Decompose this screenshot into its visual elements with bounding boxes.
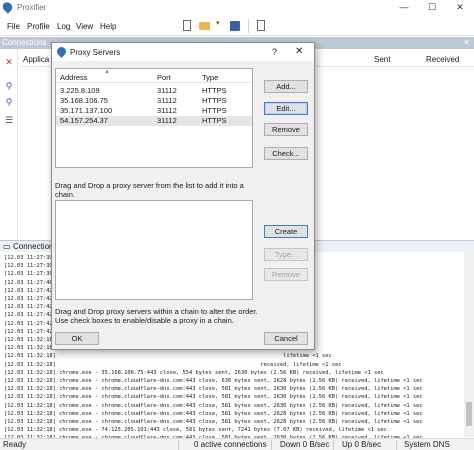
- proxy-address: 54.157.254.37: [60, 116, 108, 125]
- close-connection-icon[interactable]: ✕: [4, 57, 14, 67]
- proxy-port: 31112: [157, 116, 177, 125]
- chain-type-button: Type...: [264, 248, 308, 261]
- proxy-list-header: ▲ Address Port Type: [56, 69, 252, 83]
- open-dropdown-button[interactable]: ▾: [216, 19, 224, 33]
- proxy-address: 35.171.137.100: [60, 106, 113, 115]
- proxy-port: 31112: [157, 96, 177, 105]
- proxy-server-row[interactable]: 3.225.8.109 31112 HTTPS: [56, 86, 252, 96]
- remove-chain-button: Remove: [264, 268, 308, 281]
- log-scrollbar[interactable]: [464, 252, 474, 437]
- proxifier-logo-icon: [55, 45, 68, 58]
- dialog-close-button[interactable]: ✕: [295, 46, 303, 57]
- proxy-type: HTTPS: [202, 106, 227, 115]
- status-bar: Ready 0 active connections Down 0 B/sec …: [0, 438, 474, 450]
- folder-icon: [199, 22, 210, 30]
- log-line: [12.03 11:32:18] chrome.exe - 74.125.205…: [4, 427, 387, 434]
- column-type[interactable]: Type: [202, 73, 218, 82]
- log-document-icon: [257, 20, 265, 31]
- status-upload-rate: Up 0 B/sec: [342, 440, 382, 449]
- proxy-port: 31112: [157, 86, 177, 95]
- drag-hint-text: Drag and Drop a proxy server from the li…: [55, 181, 244, 199]
- status-separator: [396, 440, 397, 450]
- save-profile-button[interactable]: [228, 19, 242, 33]
- chain-checkbox-hint-text: Use check boxes to enable/disable a prox…: [55, 316, 234, 325]
- connections-side-toolbar: ✕ ⚲ ⚲ ☰: [0, 49, 18, 239]
- edit-proxy-button[interactable]: Edit...: [264, 102, 308, 115]
- log-line: [12.03 11:32:18] chrome.exe - chrome.clo…: [4, 402, 423, 409]
- status-download-rate: Down 0 B/sec: [280, 440, 330, 449]
- proxy-port: 31112: [157, 106, 177, 115]
- status-active-connections: 0 active connections: [194, 440, 267, 449]
- menu-view[interactable]: View: [76, 22, 93, 31]
- window-controls: — ☐ ✕: [390, 0, 474, 14]
- proxy-chain-list[interactable]: [55, 200, 253, 300]
- status-dns-mode: System DNS: [404, 440, 450, 449]
- log-scrollbar-thumb[interactable]: [466, 402, 472, 426]
- create-chain-button[interactable]: Create: [264, 225, 308, 238]
- log-document-button[interactable]: [254, 19, 268, 33]
- chevron-down-icon: ▾: [216, 20, 220, 27]
- chain-order-hint-text: Drag and Drop proxy servers within a cha…: [55, 307, 258, 316]
- column-port[interactable]: Port: [157, 73, 171, 82]
- proxifier-logo-icon: [0, 0, 15, 14]
- app-title: Proxifier: [17, 3, 47, 12]
- log-line: [12.03 11:32:18] chrome.exe - chrome.clo…: [4, 394, 423, 401]
- ok-button[interactable]: OK: [55, 332, 99, 345]
- proxy-address: 35.168.106.75: [60, 96, 108, 105]
- column-application[interactable]: Applica: [23, 55, 49, 64]
- dialog-titlebar: Proxy Servers ? ✕: [52, 43, 314, 61]
- add-proxy-button[interactable]: Add...: [264, 80, 308, 93]
- proxy-type: HTTPS: [202, 86, 227, 95]
- proxy-server-row-selected[interactable]: 54.157.254.37 31112 HTTPS: [56, 116, 252, 126]
- menu-help[interactable]: Help: [100, 22, 116, 31]
- log-line: [12.03 11:32:18] chrome.exe - chrome.clo…: [4, 410, 423, 417]
- status-ready: Ready: [3, 440, 27, 449]
- log-line: [12.03 11:32:18] chrome.exe - chrome.clo…: [4, 386, 423, 393]
- log-line: [12.03 11:32:18] chrome.exe - chrome.clo…: [4, 419, 423, 426]
- proxy-type: HTTPS: [202, 116, 227, 125]
- column-received[interactable]: Received: [426, 55, 459, 64]
- check-proxy-button[interactable]: Check...: [264, 147, 308, 160]
- toolbar-separator: [248, 19, 249, 33]
- new-profile-button[interactable]: [180, 19, 194, 33]
- save-disk-icon: [230, 21, 240, 31]
- menu-file[interactable]: File: [7, 22, 20, 31]
- app-titlebar: Proxifier — ☐ ✕: [0, 0, 474, 14]
- proxy-server-row[interactable]: 35.171.137.100 31112 HTTPS: [56, 106, 252, 116]
- dialog-title: Proxy Servers: [70, 48, 121, 57]
- maximize-button[interactable]: ☐: [418, 0, 446, 14]
- log-line: [12.03 11:32:18] lifetime <1 sec: [4, 353, 332, 360]
- new-document-icon: [183, 20, 191, 31]
- connections-panel-title: Connections: [2, 38, 47, 47]
- connection-details-icon[interactable]: ⚲: [4, 81, 14, 91]
- close-window-button[interactable]: ✕: [446, 0, 474, 14]
- log-line: [12.03 11:32:18] chrome.exe - chrome.clo…: [4, 378, 423, 385]
- status-separator: [333, 440, 334, 450]
- proxy-type: HTTPS: [202, 96, 227, 105]
- sort-ascending-icon: ▲: [104, 69, 110, 75]
- menu-profile[interactable]: Profile: [27, 22, 50, 31]
- status-separator: [271, 440, 272, 450]
- column-address[interactable]: Address: [60, 73, 88, 82]
- toolbar: ▾: [180, 19, 272, 33]
- proxy-address: 3.225.8.109: [60, 86, 100, 95]
- traffic-panel-title: Connection: [13, 242, 54, 251]
- cancel-button[interactable]: Cancel: [264, 332, 308, 345]
- menu-log[interactable]: Log: [57, 22, 70, 31]
- proxy-server-row[interactable]: 35.168.106.75 31112 HTTPS: [56, 96, 252, 106]
- remove-proxy-button[interactable]: Remove: [264, 123, 308, 136]
- proxy-servers-dialog: Proxy Servers ? ✕ ▲ Address Port Type 3.…: [51, 42, 315, 350]
- help-button[interactable]: ?: [272, 47, 277, 57]
- status-separator: [178, 440, 179, 450]
- proxy-server-list[interactable]: ▲ Address Port Type 3.225.8.109 31112 HT…: [55, 68, 253, 168]
- close-panel-icon[interactable]: ✕: [463, 37, 470, 49]
- minimize-button[interactable]: —: [390, 0, 418, 14]
- resolve-icon[interactable]: ⚲: [4, 97, 14, 107]
- panel-icon: ▭: [3, 242, 11, 251]
- open-profile-button[interactable]: [198, 19, 212, 33]
- list-view-icon[interactable]: ☰: [4, 115, 14, 125]
- log-line: [12.03 11:32:18] chrome.exe - 35.168.106…: [4, 369, 384, 376]
- column-sent[interactable]: Sent: [374, 55, 390, 64]
- log-line: [12.03 11:32:18] received, lifetime <1 s…: [4, 361, 342, 368]
